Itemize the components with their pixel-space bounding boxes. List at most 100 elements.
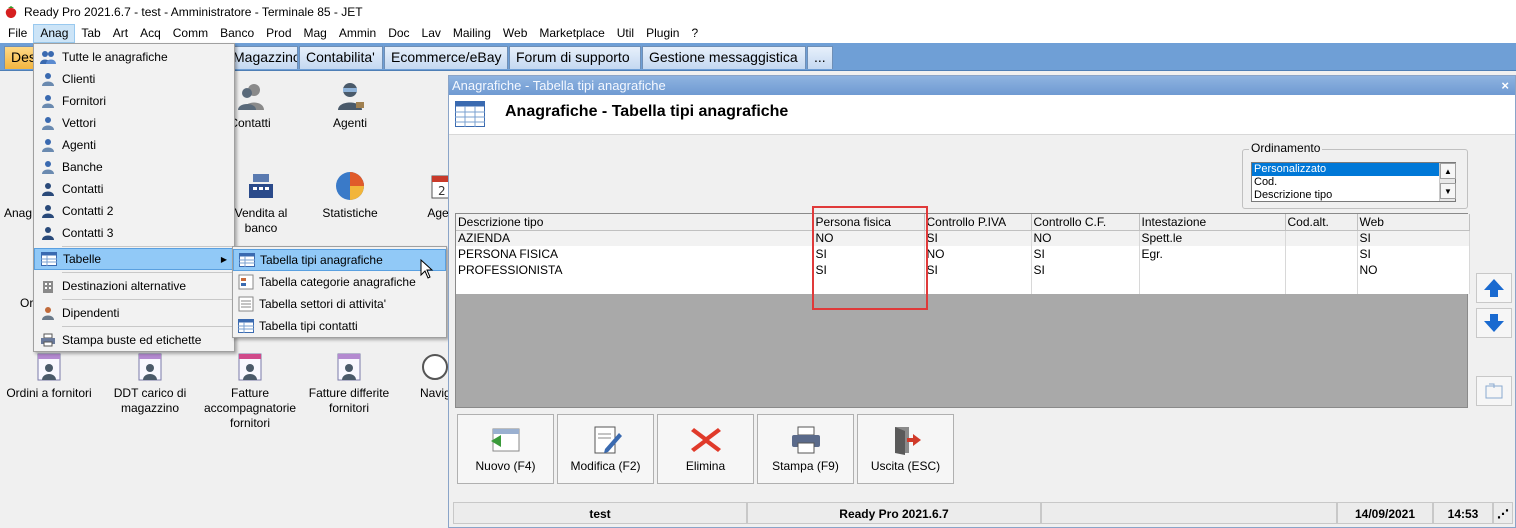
desktop-icon-fatture-accompagnatorie[interactable]: Fatture accompagnatorie fornitori	[200, 352, 300, 431]
table-cell[interactable]	[1139, 278, 1286, 294]
menu-util[interactable]: Util	[611, 24, 640, 43]
table-cell[interactable]	[456, 278, 814, 294]
table-cell[interactable]	[1285, 262, 1358, 278]
table-row[interactable]: AZIENDA NO SI NO Spett.le SI	[456, 230, 1470, 246]
submenu-item-tabella-tipi-anagrafiche[interactable]: Tabella tipi anagrafiche	[233, 249, 446, 271]
tab-ecommerce[interactable]: Ecommerce/eBay	[384, 46, 508, 69]
ordinamento-option[interactable]: Personalizzato	[1252, 163, 1439, 176]
menu-item-tabelle[interactable]: Tabelle ▶	[34, 248, 234, 270]
tab-magazzino[interactable]: Magazzino	[226, 46, 298, 69]
tab-more[interactable]: ...	[807, 46, 833, 69]
table-cell[interactable]: Spett.le	[1139, 230, 1286, 246]
desktop-icon-navig[interactable]: Navig	[420, 352, 448, 401]
column-header[interactable]: Controllo P.IVA	[924, 214, 1032, 231]
desktop-icon-statistiche[interactable]: Statistiche	[318, 170, 382, 221]
table-cell[interactable]	[1285, 230, 1358, 246]
table-cell[interactable]: SI	[924, 230, 1032, 246]
menu-tab[interactable]: Tab	[75, 24, 106, 43]
column-header[interactable]: Descrizione tipo	[456, 214, 814, 231]
table-cell[interactable]: NO	[924, 246, 1032, 262]
scroll-up-icon[interactable]: ▲	[1440, 163, 1456, 179]
column-header[interactable]: Cod.alt.	[1285, 214, 1358, 231]
menu-item-stampa-buste[interactable]: Stampa buste ed etichette	[34, 329, 234, 351]
menu-doc[interactable]: Doc	[382, 24, 415, 43]
ordinamento-scrollbar[interactable]: ▲ ▼	[1439, 163, 1456, 201]
menu-anag[interactable]: Anag	[33, 24, 76, 43]
elimina-button[interactable]: Elimina	[657, 414, 754, 484]
submenu-item-tabella-settori[interactable]: Tabella settori di attivita'	[233, 293, 446, 315]
menu-mag[interactable]: Mag	[298, 24, 333, 43]
menu-marketplace[interactable]: Marketplace	[533, 24, 610, 43]
table-cell[interactable]	[1139, 262, 1286, 278]
resize-grip-icon[interactable]: ⋰	[1493, 502, 1513, 524]
table-cell[interactable]: SI	[1031, 262, 1140, 278]
menu-item-dipendenti[interactable]: Dipendenti	[34, 302, 234, 324]
close-icon[interactable]: ×	[1501, 76, 1509, 95]
menu-item-vettori[interactable]: Vettori	[34, 112, 234, 134]
nuovo-button[interactable]: Nuovo (F4)	[457, 414, 554, 484]
menu-lav[interactable]: Lav	[416, 24, 447, 43]
menu-prod[interactable]: Prod	[260, 24, 297, 43]
table-row-empty[interactable]	[456, 278, 1470, 294]
tab-messaggistica[interactable]: Gestione messaggistica	[642, 46, 806, 69]
desktop-icon-vendita-banco[interactable]: Vendita al banco	[226, 170, 296, 236]
move-up-button[interactable]	[1476, 273, 1512, 303]
move-down-button[interactable]	[1476, 308, 1512, 338]
menu-art[interactable]: Art	[107, 24, 134, 43]
table-cell[interactable]: SI	[924, 262, 1032, 278]
table-cell[interactable]: AZIENDA	[456, 230, 814, 246]
modifica-button[interactable]: Modifica (F2)	[557, 414, 654, 484]
table-row[interactable]: PERSONA FISICA SI NO SI Egr. SI	[456, 246, 1470, 262]
desktop-icon-fatture-differite[interactable]: Fatture differite fornitori	[304, 352, 394, 416]
stampa-button[interactable]: Stampa (F9)	[757, 414, 854, 484]
column-header[interactable]: Web	[1357, 214, 1470, 231]
menu-item-tutte-anagrafiche[interactable]: Tutte le anagrafiche	[34, 46, 234, 68]
table-cell[interactable]	[1357, 278, 1470, 294]
menu-mailing[interactable]: Mailing	[447, 24, 497, 43]
menu-web[interactable]: Web	[497, 24, 533, 43]
menu-item-fornitori[interactable]: Fornitori	[34, 90, 234, 112]
menu-item-contatti-2[interactable]: Contatti 2	[34, 200, 234, 222]
table-cell[interactable]: PERSONA FISICA	[456, 246, 814, 262]
table-cell[interactable]: SI	[1357, 230, 1470, 246]
menu-item-contatti[interactable]: Contatti	[34, 178, 234, 200]
menu-acq[interactable]: Acq	[134, 24, 167, 43]
menu-file[interactable]: File	[2, 24, 33, 43]
desktop-icon-agenda[interactable]: 2 Age	[426, 170, 450, 221]
menu-item-contatti-3[interactable]: Contatti 3	[34, 222, 234, 244]
submenu-item-tabella-categorie[interactable]: Tabella categorie anagrafiche	[233, 271, 446, 293]
table-row[interactable]: PROFESSIONISTA SI SI SI NO	[456, 262, 1470, 278]
desktop-icon-ddt-carico[interactable]: DDT carico di magazzino	[110, 352, 190, 416]
desktop-icon-anag[interactable]: Anag	[4, 206, 34, 221]
menu-item-agenti[interactable]: Agenti	[34, 134, 234, 156]
table-cell[interactable]	[924, 278, 1032, 294]
refresh-button[interactable]	[1476, 376, 1512, 406]
menu-item-destinazioni[interactable]: Destinazioni alternative	[34, 275, 234, 297]
ordinamento-option[interactable]: Descrizione tipo	[1252, 189, 1439, 202]
desktop-icon-ordini-fornitori[interactable]: Ordini a fornitori	[6, 352, 92, 401]
menu-item-clienti[interactable]: Clienti	[34, 68, 234, 90]
table-cell[interactable]: NO	[1031, 230, 1140, 246]
table-cell[interactable]: Egr.	[1139, 246, 1286, 262]
column-header[interactable]: Controllo C.F.	[1031, 214, 1140, 231]
menu-ammin[interactable]: Ammin	[333, 24, 382, 43]
table-cell[interactable]	[1285, 278, 1358, 294]
table-cell[interactable]: SI	[1357, 246, 1470, 262]
menu-plugin[interactable]: Plugin	[640, 24, 685, 43]
uscita-button[interactable]: Uscita (ESC)	[857, 414, 954, 484]
table-cell[interactable]: NO	[1357, 262, 1470, 278]
menu-item-banche[interactable]: Banche	[34, 156, 234, 178]
tab-contabilita[interactable]: Contabilita'	[299, 46, 383, 69]
table-cell[interactable]: SI	[1031, 246, 1140, 262]
menu-comm[interactable]: Comm	[167, 24, 214, 43]
table-cell[interactable]: PROFESSIONISTA	[456, 262, 814, 278]
child-window-titlebar[interactable]: Anagrafiche - Tabella tipi anagrafiche ×	[449, 76, 1515, 95]
ordinamento-listbox[interactable]: Personalizzato Cod. Descrizione tipo ▲ ▼	[1251, 162, 1456, 202]
desktop-icon-agenti[interactable]: Agenti	[320, 80, 380, 131]
table-cell[interactable]	[1031, 278, 1140, 294]
desktop-icon-or[interactable]: Or	[20, 296, 34, 311]
table-cell[interactable]	[1285, 246, 1358, 262]
menu-banco[interactable]: Banco	[214, 24, 260, 43]
menu-help[interactable]: ?	[685, 24, 704, 43]
column-header[interactable]: Intestazione	[1139, 214, 1286, 231]
